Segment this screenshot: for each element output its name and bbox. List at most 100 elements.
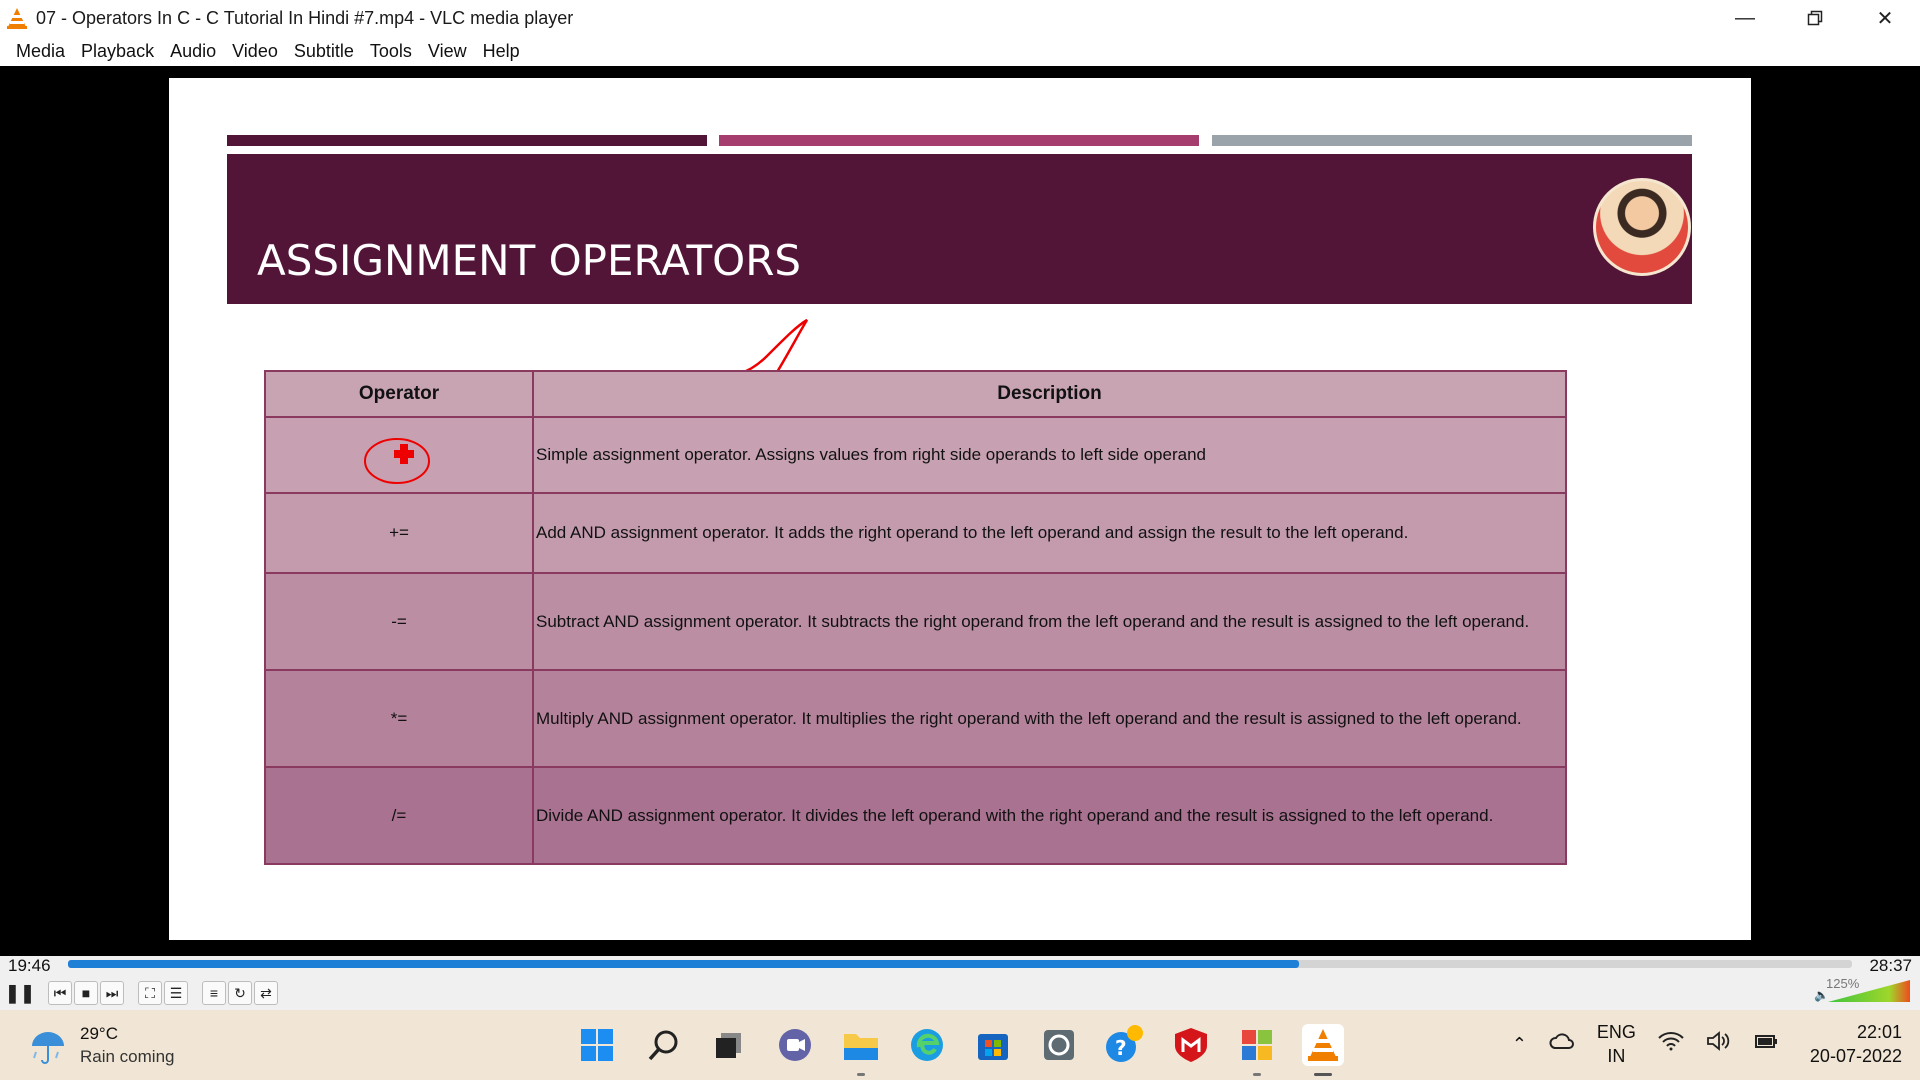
language-indicator[interactable]: ENG IN (1597, 1020, 1636, 1068)
mcafee-button[interactable] (1170, 1024, 1212, 1066)
elapsed-time[interactable]: 19:46 (8, 956, 51, 976)
menu-audio[interactable]: Audio (162, 41, 224, 62)
previous-button[interactable]: ⏮ (48, 981, 72, 1005)
table-row: *= Multiply AND assignment operator. It … (264, 669, 1567, 768)
file-explorer-button[interactable] (840, 1024, 882, 1076)
menu-playback[interactable]: Playback (73, 41, 162, 62)
start-button[interactable] (576, 1024, 618, 1066)
playlist-button[interactable]: ≡ (202, 981, 226, 1005)
clock[interactable]: 22:01 20-07-2022 (1810, 1020, 1902, 1068)
language-code: ENG (1596, 1022, 1636, 1042)
description-cell: Divide AND assignment operator. It divid… (532, 766, 1567, 865)
office-icon (1242, 1030, 1272, 1060)
operator-cell: *= (264, 669, 534, 768)
clock-time: 22:01 (1856, 1022, 1902, 1042)
file-explorer-icon (844, 1034, 878, 1060)
task-view-button[interactable] (708, 1024, 750, 1066)
umbrella-rain-icon (32, 1031, 64, 1064)
vlc-taskbar-button[interactable] (1302, 1024, 1344, 1076)
restore-icon (1807, 10, 1823, 26)
description-cell: Add AND assignment operator. It adds the… (532, 492, 1567, 574)
menu-tools[interactable]: Tools (362, 41, 420, 62)
shuffle-button[interactable]: ⇄ (254, 981, 278, 1005)
operators-table: Operator Description = Simple assignment… (264, 370, 1567, 865)
show-hidden-icons-button[interactable]: ⌃ (1512, 1032, 1527, 1056)
app-button[interactable] (1038, 1024, 1080, 1066)
windows-taskbar: 29°C Rain coming ? ⌃ ENG IN 22:01 20-07-… (0, 1010, 1920, 1080)
table-row: = Simple assignment operator. Assigns va… (264, 416, 1567, 494)
slide-strip-3 (1212, 135, 1692, 146)
close-icon: ✕ (1876, 7, 1894, 30)
restore-button[interactable] (1780, 0, 1850, 36)
task-view-icon (716, 1033, 741, 1058)
presentation-slide: ASSIGNMENT OPERATORS Operator Descriptio… (169, 78, 1751, 940)
chat-button[interactable] (774, 1024, 816, 1066)
weather-widget[interactable]: 29°C Rain coming (28, 1024, 175, 1067)
loop-button[interactable]: ↻ (228, 981, 252, 1005)
window-controls: — ✕ (1710, 0, 1920, 36)
speaker-icon (1707, 1031, 1730, 1051)
pause-button[interactable]: ❚❚ (5, 979, 35, 1007)
seek-bar-progress (68, 960, 1299, 968)
playlist-icon: ≡ (209, 985, 219, 1001)
store-button[interactable] (972, 1024, 1014, 1066)
extended-settings-button[interactable]: ☰ (164, 981, 188, 1005)
search-icon (648, 1030, 678, 1061)
office-button[interactable] (1236, 1024, 1278, 1076)
menu-subtitle[interactable]: Subtitle (286, 41, 362, 62)
fullscreen-button[interactable]: ⛶ (138, 981, 162, 1005)
operator-cell: += (264, 492, 534, 574)
description-cell: Multiply AND assignment operator. It mul… (532, 669, 1567, 768)
menu-video[interactable]: Video (224, 41, 286, 62)
control-buttons: ❚❚ ⏮ ■ ⏭ ⛶ ☰ ≡ ↻ ⇄ (5, 979, 280, 1007)
system-tray: ⌃ ENG IN 22:01 20-07-2022 (1490, 1020, 1902, 1068)
onedrive-button[interactable] (1549, 1032, 1575, 1056)
slide-title: ASSIGNMENT OPERATORS (257, 236, 802, 285)
menu-help[interactable]: Help (475, 41, 528, 62)
wifi-icon (1658, 1032, 1684, 1051)
operator-cell: = (264, 416, 534, 494)
wifi-button[interactable] (1658, 1031, 1684, 1057)
table-row: -= Subtract AND assignment operator. It … (264, 572, 1567, 671)
description-cell: Simple assignment operator. Assigns valu… (532, 416, 1567, 494)
menu-media[interactable]: Media (8, 41, 73, 62)
total-time[interactable]: 28:37 (1869, 956, 1912, 976)
running-indicator (1253, 1073, 1261, 1076)
vlc-logo-icon (7, 8, 27, 29)
svg-text:?: ? (1115, 1036, 1127, 1060)
volume-slider[interactable]: 🔈 125% (1814, 976, 1914, 1004)
battery-charging-icon (1754, 1035, 1777, 1048)
language-region: IN (1607, 1046, 1626, 1066)
video-area[interactable]: ASSIGNMENT OPERATORS Operator Descriptio… (0, 66, 1920, 956)
fullscreen-icon: ⛶ (145, 984, 155, 1001)
table-row: += Add AND assignment operator. It adds … (264, 492, 1567, 574)
vlc-icon (1308, 1029, 1338, 1061)
volume-tray-button[interactable] (1706, 1030, 1732, 1058)
help-icon: ? (1106, 1025, 1143, 1062)
edge-button[interactable] (906, 1024, 948, 1066)
edge-icon (911, 1029, 943, 1061)
operator-cell: -= (264, 572, 534, 671)
active-indicator (1314, 1073, 1332, 1076)
battery-button[interactable] (1754, 1031, 1780, 1057)
help-button[interactable]: ? (1104, 1024, 1146, 1066)
shuffle-icon: ⇄ (260, 984, 272, 1001)
player-controls: 19:46 28:37 ❚❚ ⏮ ■ ⏭ ⛶ ☰ ≡ ↻ ⇄ 🔈 125% (0, 956, 1920, 1010)
menu-view[interactable]: View (420, 41, 475, 62)
clock-date: 20-07-2022 (1809, 1046, 1902, 1066)
title-bar: 07 - Operators In C - C Tutorial In Hind… (0, 0, 1920, 36)
window-title: 07 - Operators In C - C Tutorial In Hind… (36, 7, 574, 28)
seek-bar[interactable] (68, 960, 1852, 968)
next-icon: ⏭ (105, 984, 119, 1001)
next-button[interactable]: ⏭ (100, 981, 124, 1005)
operator-cell: /= (264, 766, 534, 865)
minimize-button[interactable]: — (1710, 0, 1780, 36)
search-button[interactable] (642, 1024, 684, 1066)
loop-icon: ↻ (234, 984, 246, 1001)
presenter-avatar (1593, 178, 1691, 276)
close-button[interactable]: ✕ (1850, 0, 1920, 36)
previous-icon: ⏮ (53, 984, 67, 1001)
weather-description: Rain coming (80, 1047, 175, 1066)
table-row: /= Divide AND assignment operator. It di… (264, 766, 1567, 865)
stop-button[interactable]: ■ (74, 981, 98, 1005)
